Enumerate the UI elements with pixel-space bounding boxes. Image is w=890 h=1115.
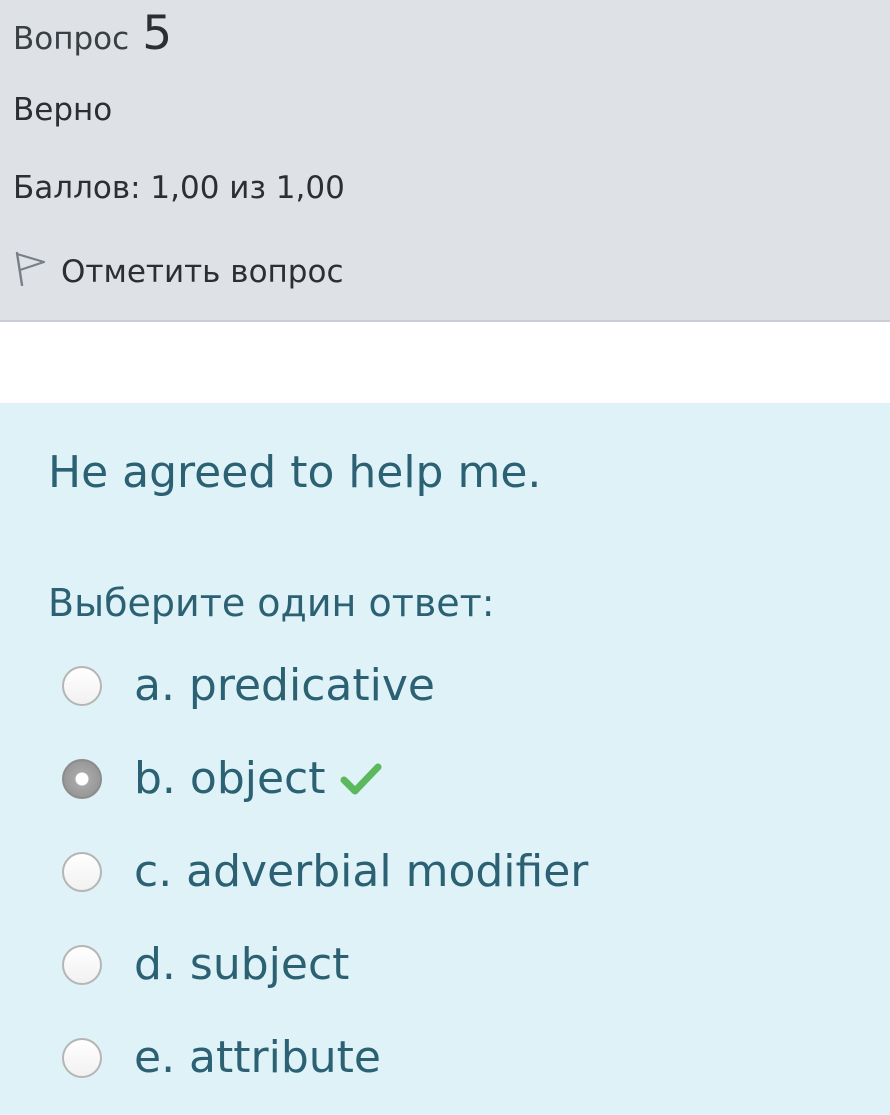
answer-label-e: e. attribute — [134, 1032, 381, 1083]
question-text: He agreed to help me. — [48, 447, 542, 498]
answer-radio-a[interactable] — [62, 665, 102, 706]
answer-option-d[interactable]: d. subject — [62, 939, 349, 990]
answer-option-c[interactable]: c. adverbial modifier — [62, 846, 588, 897]
answer-label-b: b. object — [134, 753, 326, 804]
question-info-panel: Вопрос 5 Верно Баллов: 1,00 из 1,00 Отме… — [0, 0, 890, 322]
answer-label-d: d. subject — [134, 939, 350, 990]
checkmark-icon — [340, 762, 382, 796]
question-grade: Баллов: 1,00 из 1,00 — [13, 170, 345, 206]
answer-option-e[interactable]: e. attribute — [62, 1032, 381, 1083]
answer-radio-c[interactable] — [62, 851, 102, 892]
answer-radio-e[interactable] — [62, 1037, 102, 1078]
answer-option-b[interactable]: b. object — [62, 753, 382, 804]
answer-prompt: Выберите один ответ: — [48, 581, 495, 625]
question-number-heading: Вопрос 5 — [13, 6, 172, 61]
answer-label-a: a. predicative — [134, 660, 435, 711]
flag-question-link[interactable]: Отметить вопрос — [13, 250, 344, 294]
answer-radio-b[interactable] — [62, 758, 102, 799]
question-label: Вопрос — [13, 21, 130, 57]
question-number: 5 — [142, 6, 173, 61]
question-page: Вопрос 5 Верно Баллов: 1,00 из 1,00 Отме… — [0, 0, 890, 1115]
flag-question-label: Отметить вопрос — [61, 254, 344, 290]
question-content: He agreed to help me. Выберите один отве… — [0, 403, 890, 1115]
answer-option-a[interactable]: a. predicative — [62, 660, 435, 711]
answer-radio-d[interactable] — [62, 944, 102, 985]
answer-label-c: c. adverbial modifier — [134, 846, 589, 897]
question-state: Верно — [13, 92, 113, 128]
flag-outline-icon — [13, 250, 61, 294]
